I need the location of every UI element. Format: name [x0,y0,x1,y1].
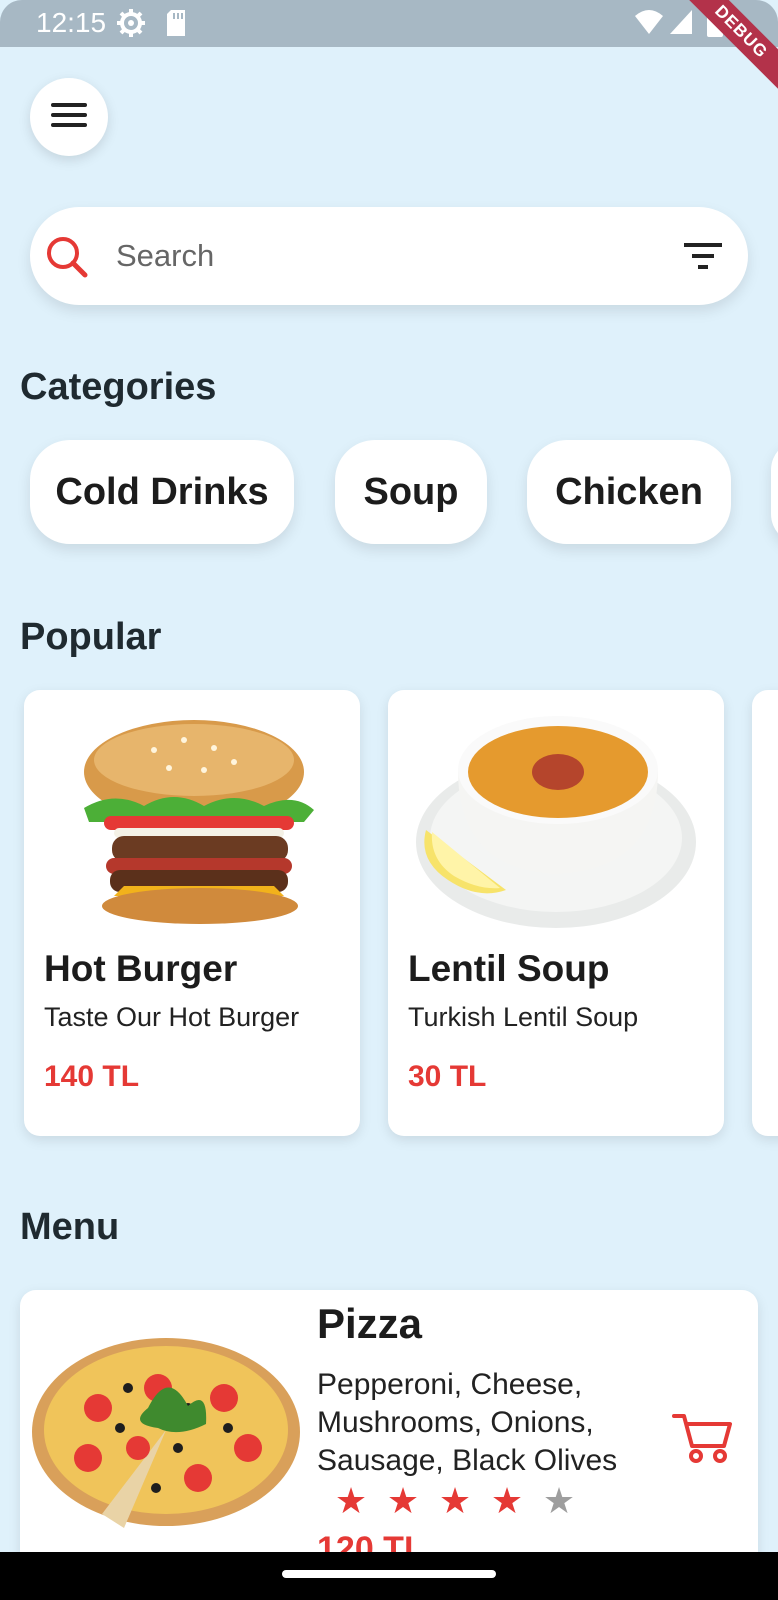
status-time: 12:15 [36,7,107,38]
search-bar [30,207,748,305]
system-nav-bar [0,1552,778,1600]
search-icon [44,234,90,285]
star-filled-icon: ★ [386,1480,420,1521]
popular-item-description: Turkish Lentil Soup [408,1002,639,1032]
star-empty-icon: ★ [542,1480,576,1521]
rating-stars: ★ ★ ★ ★ ★ [325,1480,585,1522]
menu-item-name: Pizza [317,1300,423,1347]
sd-card-icon [164,8,188,43]
pizza-image [32,1338,300,1528]
popular-item-name: Hot Burger [44,948,238,989]
star-filled-icon: ★ [490,1480,524,1521]
burger-image [84,720,314,924]
category-chip-cold-drinks[interactable]: Cold Drinks [30,440,294,544]
app-screen: 12:15 DEBUG Search Categories Cold Drink… [0,0,778,1600]
signal-icon [668,8,694,41]
filter-icon[interactable] [684,241,722,276]
categories-list: Cold Drinks Soup Chicken [0,440,778,550]
lentil-soup-image [416,716,696,928]
categories-title: Categories [20,366,217,408]
star-filled-icon: ★ [438,1480,472,1521]
star-filled-icon: ★ [334,1480,368,1521]
popular-card-partial[interactable] [752,690,778,1136]
popular-item-price: 140 TL [44,1060,140,1093]
search-input[interactable] [116,231,676,281]
popular-title: Popular [20,616,162,658]
add-to-cart-icon[interactable] [672,1412,732,1469]
menu-item-description: Pepperoni, Cheese, Mushrooms, Onions, Sa… [317,1368,618,1477]
category-chip-partial[interactable] [771,440,778,544]
menu-title: Menu [20,1206,120,1248]
popular-card-hot-burger[interactable]: Hot Burger Taste Our Hot Burger 140 TL [24,690,360,1136]
drawer-menu-button[interactable] [30,78,108,156]
settings-gear-icon [116,8,146,43]
wifi-icon [634,8,664,41]
popular-item-description: Taste Our Hot Burger [44,1002,300,1032]
status-bar: 12:15 DEBUG [0,0,778,95]
popular-item-name: Lentil Soup [408,948,610,989]
popular-card-lentil-soup[interactable]: Lentil Soup Turkish Lentil Soup 30 TL [388,690,724,1136]
popular-item-price: 30 TL [408,1060,487,1093]
category-chip-soup[interactable]: Soup [335,440,487,544]
hamburger-icon [51,101,87,134]
category-chip-chicken[interactable]: Chicken [527,440,731,544]
home-indicator[interactable] [282,1570,496,1578]
